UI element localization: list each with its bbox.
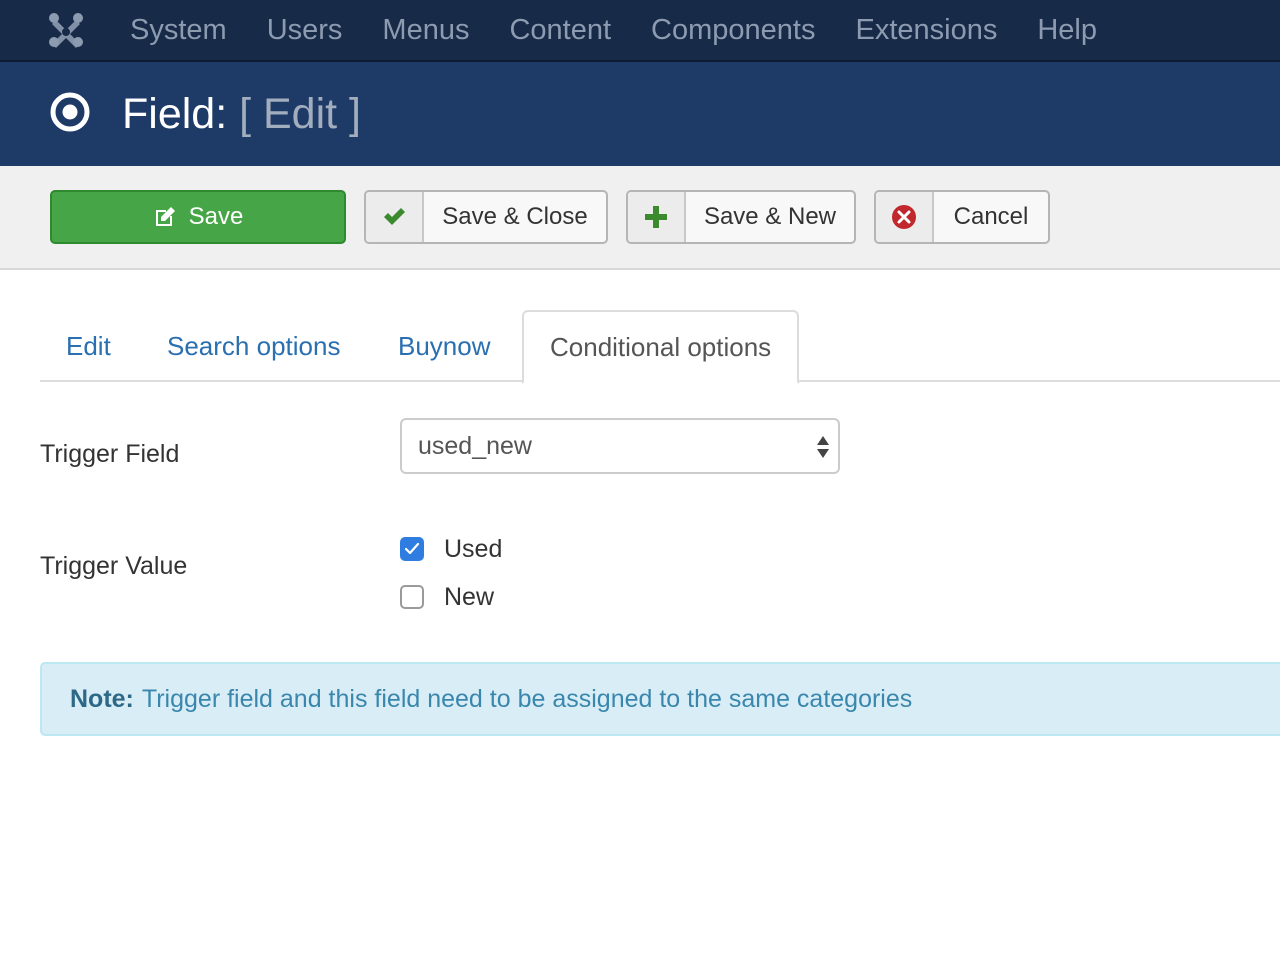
menu-help[interactable]: Help bbox=[1017, 0, 1117, 60]
top-navbar: System Users Menus Content Components Ex… bbox=[0, 0, 1280, 62]
page-title-main: Field: bbox=[122, 90, 228, 138]
tab-conditional-options[interactable]: Conditional options bbox=[522, 310, 800, 384]
trigger-value-label: Trigger Value bbox=[40, 552, 188, 580]
used-label: Used bbox=[444, 534, 503, 563]
joomla-logo-icon[interactable] bbox=[46, 10, 86, 50]
cancel-button-label: Cancel bbox=[953, 203, 1029, 230]
menu-extensions[interactable]: Extensions bbox=[835, 0, 1017, 60]
save-close-button[interactable]: Save & Close bbox=[364, 190, 608, 244]
toolbar: Save Save & Close Save & New Cancel bbox=[0, 166, 1280, 270]
used-checkbox[interactable] bbox=[400, 537, 424, 561]
option-new[interactable]: New bbox=[400, 582, 494, 612]
tab-bar: Edit Search options Buynow Conditional o… bbox=[40, 310, 1280, 384]
save-button[interactable]: Save bbox=[50, 190, 346, 244]
page-header: Field: [ Edit ] bbox=[0, 62, 1280, 166]
tab-search-options[interactable]: Search options bbox=[141, 310, 366, 382]
checkmark-icon bbox=[404, 542, 420, 555]
tab-edit[interactable]: Edit bbox=[40, 310, 137, 382]
note-text: Trigger field and this field need to be … bbox=[141, 684, 913, 713]
trigger-field-value: used_new bbox=[418, 431, 532, 460]
page-title: Field: [ Edit ] bbox=[122, 88, 361, 140]
check-icon bbox=[384, 208, 405, 225]
target-icon bbox=[50, 92, 90, 132]
info-note: Note: Trigger field and this field need … bbox=[40, 662, 1280, 736]
edit-icon bbox=[155, 207, 175, 226]
tab-buynow[interactable]: Buynow bbox=[372, 310, 517, 382]
save-button-label: Save bbox=[188, 203, 244, 230]
note-prefix: Note: bbox=[70, 684, 134, 713]
cancel-circle-icon bbox=[892, 205, 916, 229]
save-close-button-label: Save & Close bbox=[442, 203, 588, 230]
menu-users[interactable]: Users bbox=[247, 0, 363, 60]
trigger-field-label: Trigger Field bbox=[40, 440, 180, 468]
menu-menus[interactable]: Menus bbox=[362, 0, 489, 60]
new-label: New bbox=[444, 582, 495, 611]
main-menu: System Users Menus Content Components Ex… bbox=[110, 0, 1117, 60]
new-checkbox[interactable] bbox=[400, 585, 424, 609]
save-new-button-label: Save & New bbox=[703, 203, 836, 230]
save-new-button[interactable]: Save & New bbox=[626, 190, 856, 244]
menu-components[interactable]: Components bbox=[631, 0, 835, 60]
select-arrows-icon bbox=[817, 436, 829, 458]
cancel-button[interactable]: Cancel bbox=[874, 190, 1050, 244]
trigger-field-select[interactable]: used_new bbox=[400, 418, 840, 474]
plus-icon bbox=[644, 206, 667, 228]
menu-content[interactable]: Content bbox=[489, 0, 631, 60]
option-used[interactable]: Used bbox=[400, 534, 502, 564]
page-title-sub: [ Edit ] bbox=[239, 90, 361, 138]
menu-system[interactable]: System bbox=[110, 0, 247, 60]
